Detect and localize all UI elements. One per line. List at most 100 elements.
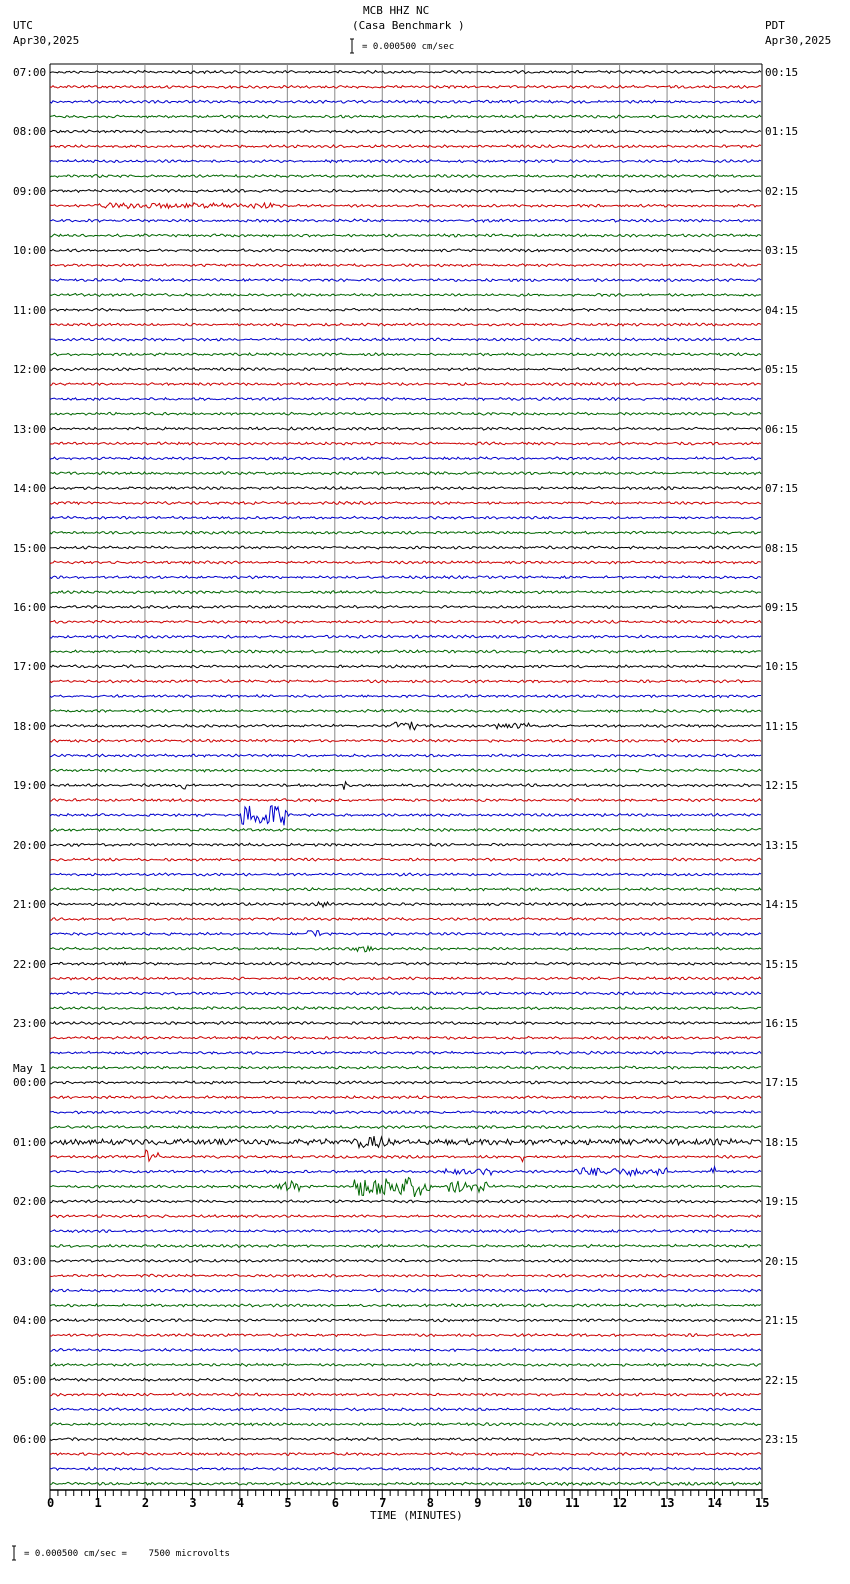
seismic-trace — [49, 500, 762, 506]
left-hour-label: 14:00 — [13, 482, 47, 496]
right-hour-label: 03:15 — [765, 244, 799, 258]
seismic-trace — [49, 1164, 762, 1178]
seismic-trace — [49, 1243, 762, 1249]
date-change-label: May 1 — [13, 1062, 47, 1076]
seismic-trace — [49, 173, 762, 179]
right-hour-label: 12:15 — [765, 779, 799, 793]
seismic-trace — [49, 1214, 762, 1219]
right-hour-label: 00:15 — [765, 66, 799, 79]
seismic-trace — [49, 1392, 762, 1397]
seismic-trace — [49, 679, 762, 684]
seismic-trace — [49, 277, 762, 283]
seismic-trace — [49, 976, 762, 981]
seismic-trace — [49, 307, 762, 312]
right-hour-label: 16:15 — [765, 1017, 799, 1031]
seismic-trace — [49, 1095, 762, 1100]
seismic-trace — [49, 590, 762, 595]
seismic-trace — [49, 1258, 762, 1263]
seismic-trace — [49, 960, 762, 966]
seismic-trace — [49, 1332, 761, 1338]
seismic-trace — [49, 426, 762, 431]
seismic-trace — [49, 1273, 762, 1278]
left-hour-label: 00:00 — [13, 1076, 47, 1090]
left-hour-label: 05:00 — [13, 1373, 47, 1387]
seismic-trace — [49, 515, 762, 520]
right-hour-label: 09:15 — [765, 600, 799, 614]
x-tick-label: 4 — [236, 1496, 245, 1510]
seismic-trace — [49, 1228, 762, 1234]
seismic-trace — [49, 649, 762, 654]
left-hour-label: 16:00 — [13, 600, 47, 614]
seismic-trace — [49, 1318, 762, 1323]
x-tick-label: 15 — [755, 1496, 770, 1510]
seismic-trace — [49, 1347, 762, 1353]
right-hour-label: 04:15 — [765, 303, 799, 317]
seismic-trace — [49, 1377, 762, 1382]
left-hour-label: 09:00 — [13, 184, 47, 198]
seismic-trace — [49, 1176, 761, 1198]
seismic-trace — [49, 337, 762, 342]
seismic-trace — [49, 619, 762, 624]
seismic-trace — [49, 456, 762, 461]
seismic-trace — [49, 262, 762, 268]
seismic-trace — [49, 411, 762, 416]
x-tick-label: 5 — [284, 1496, 292, 1510]
right-hour-label: 17:15 — [765, 1076, 799, 1090]
seismic-trace — [49, 930, 762, 938]
footer-scale-bar-icon — [12, 1545, 16, 1561]
left-hour-label: 08:00 — [13, 125, 47, 139]
seismic-trace — [49, 1407, 762, 1412]
seismic-trace — [49, 1362, 762, 1368]
seismic-trace — [49, 768, 762, 773]
left-hour-label: 19:00 — [13, 779, 47, 793]
seismic-trace — [49, 201, 762, 210]
right-hour-label: 18:15 — [765, 1135, 799, 1149]
seismic-trace — [50, 916, 762, 922]
x-tick-label: 12 — [612, 1496, 628, 1510]
right-hour-label: 15:15 — [765, 957, 799, 971]
seismic-trace — [49, 1135, 762, 1150]
x-tick-label: 13 — [660, 1496, 675, 1510]
seismic-trace — [49, 248, 762, 253]
left-hour-label: 10:00 — [13, 244, 47, 258]
seismic-trace — [49, 396, 762, 402]
seismic-trace — [50, 545, 762, 550]
x-tick-label: 7 — [379, 1496, 387, 1510]
right-hour-label: 08:15 — [765, 541, 799, 555]
left-hour-label: 15:00 — [13, 541, 47, 555]
seismic-trace — [49, 738, 762, 743]
seismic-trace — [50, 842, 762, 848]
seismic-trace — [49, 753, 762, 758]
seismic-trace — [49, 143, 762, 149]
left-hour-label: 18:00 — [13, 719, 47, 733]
right-hour-label: 22:15 — [765, 1373, 799, 1387]
seismic-trace — [49, 872, 762, 877]
seismic-trace — [49, 1451, 762, 1457]
seismic-trace — [49, 804, 762, 826]
seismic-trace — [49, 1199, 762, 1204]
left-hour-label: 11:00 — [13, 303, 47, 317]
right-hour-label: 21:15 — [765, 1314, 799, 1328]
x-tick-label: 8 — [426, 1496, 434, 1510]
left-hour-label: 17:00 — [13, 660, 47, 674]
left-hour-label: 21:00 — [13, 898, 47, 912]
seismic-trace — [49, 900, 762, 909]
x-tick-label: 3 — [189, 1496, 197, 1510]
seismic-trace — [49, 485, 762, 491]
seismic-trace — [49, 1481, 762, 1487]
left-hour-label: 20:00 — [13, 838, 47, 852]
seismic-trace — [49, 664, 762, 669]
seismic-trace — [49, 1110, 762, 1115]
seismic-trace — [49, 1050, 762, 1055]
seismic-trace — [49, 797, 762, 803]
seismic-trace — [49, 1020, 762, 1026]
seismic-trace — [49, 575, 762, 580]
left-hour-label: 12:00 — [13, 363, 47, 377]
seismic-trace — [49, 1149, 762, 1163]
x-tick-label: 10 — [517, 1496, 533, 1510]
right-hour-label: 19:15 — [765, 1195, 799, 1209]
x-tick-label: 11 — [565, 1496, 580, 1510]
seismic-trace — [49, 1436, 762, 1442]
scale-bar-icon — [350, 38, 354, 54]
seismic-trace — [49, 991, 762, 996]
